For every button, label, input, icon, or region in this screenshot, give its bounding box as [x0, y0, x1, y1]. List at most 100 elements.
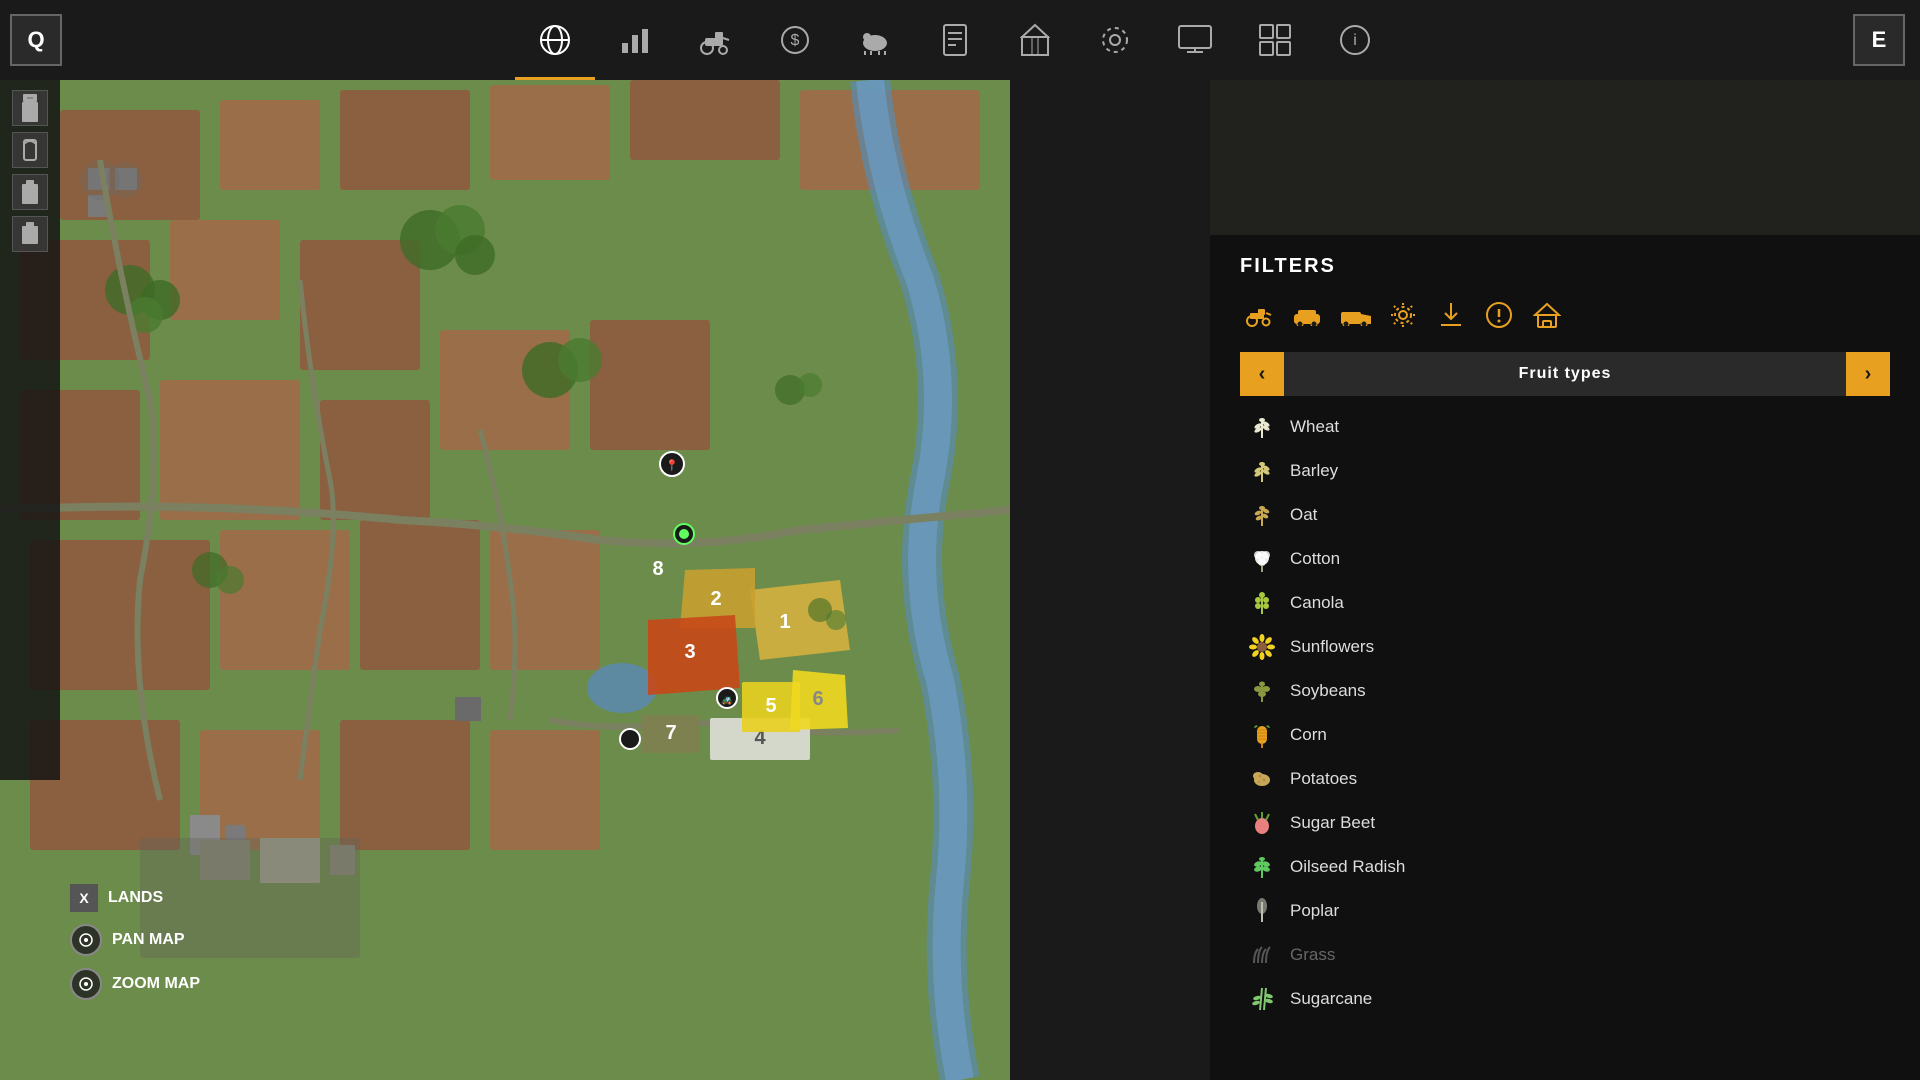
potatoes-label: Potatoes: [1290, 769, 1357, 789]
nav-contracts-button[interactable]: [915, 0, 995, 80]
filters-title: FILTERS: [1240, 255, 1890, 278]
tool-silo2[interactable]: [12, 132, 48, 168]
nav-tractor-button[interactable]: [675, 0, 755, 80]
wheat-icon: [1248, 413, 1276, 441]
tool-storage[interactable]: [12, 90, 48, 126]
left-tool-panel: [0, 80, 60, 780]
svg-text:1: 1: [779, 611, 790, 633]
corn-icon: [1248, 721, 1276, 749]
svg-text:📍: 📍: [665, 459, 679, 472]
svg-text:5: 5: [765, 695, 776, 717]
filter-icons-row: [1240, 296, 1890, 334]
fruit-item-cotton[interactable]: Cotton: [1240, 538, 1890, 580]
right-blur-area: [1210, 80, 1920, 235]
cotton-icon: [1248, 545, 1276, 573]
nav-silo-button[interactable]: [995, 0, 1075, 80]
q-button[interactable]: Q: [10, 14, 62, 66]
fruit-item-sunflowers[interactable]: Sunflowers: [1240, 626, 1890, 668]
map-controls: X LANDS PAN MAP ZOOM MAP: [70, 884, 200, 1000]
barley-icon: [1248, 457, 1276, 485]
svg-text:2: 2: [710, 588, 721, 610]
fruit-item-grass[interactable]: Grass: [1240, 934, 1890, 976]
oilseed-radish-icon: [1248, 853, 1276, 881]
fruit-item-poplar[interactable]: Poplar: [1240, 890, 1890, 932]
filter-car-icon[interactable]: [1288, 296, 1326, 334]
sugar-beet-label: Sugar Beet: [1290, 813, 1375, 833]
svg-text:8: 8: [652, 558, 663, 580]
grass-icon: [1248, 941, 1276, 969]
barley-label: Barley: [1290, 461, 1338, 481]
grass-label: Grass: [1290, 945, 1335, 965]
canola-label: Canola: [1290, 593, 1344, 613]
fruit-item-sugar-beet[interactable]: Sugar Beet: [1240, 802, 1890, 844]
pan-map-label: PAN MAP: [70, 924, 200, 956]
zoom-map-label: ZOOM MAP: [70, 968, 200, 1000]
e-button[interactable]: E: [1853, 14, 1905, 66]
pan-map-text: PAN MAP: [112, 931, 185, 949]
svg-text:7: 7: [665, 722, 676, 744]
fruit-types-next-button[interactable]: ›: [1846, 352, 1890, 396]
pan-map-icon: [70, 924, 102, 956]
sugarcane-icon: [1248, 985, 1276, 1013]
soybeans-label: Soybeans: [1290, 681, 1366, 701]
tool-box1[interactable]: [12, 174, 48, 210]
fruit-item-soybeans[interactable]: Soybeans: [1240, 670, 1890, 712]
fruit-item-wheat[interactable]: Wheat: [1240, 406, 1890, 448]
filter-alert-icon[interactable]: [1480, 296, 1518, 334]
nav-money-button[interactable]: $: [755, 0, 835, 80]
fruit-item-sugarcane[interactable]: Sugarcane: [1240, 978, 1890, 1020]
fruit-types-label: Fruit types: [1284, 352, 1846, 396]
poplar-icon: [1248, 897, 1276, 925]
fruit-item-oat[interactable]: Oat: [1240, 494, 1890, 536]
sunflowers-icon: [1248, 633, 1276, 661]
svg-text:3: 3: [684, 641, 695, 663]
zoom-map-text: ZOOM MAP: [112, 975, 200, 993]
corn-label: Corn: [1290, 725, 1327, 745]
oat-label: Oat: [1290, 505, 1317, 525]
fruit-item-canola[interactable]: Canola: [1240, 582, 1890, 624]
svg-text:$: $: [791, 32, 800, 49]
canola-icon: [1248, 589, 1276, 617]
cotton-label: Cotton: [1290, 549, 1340, 569]
oat-icon: [1248, 501, 1276, 529]
fruit-item-potatoes[interactable]: Potatoes: [1240, 758, 1890, 800]
filter-truck-icon[interactable]: [1336, 296, 1374, 334]
nav-info-button[interactable]: i: [1315, 0, 1395, 80]
filter-home-icon[interactable]: [1528, 296, 1566, 334]
filter-tractor-icon[interactable]: [1240, 296, 1278, 334]
fruit-types-navigation: ‹ Fruit types ›: [1240, 352, 1890, 396]
nav-map-button[interactable]: [515, 0, 595, 80]
svg-text:6: 6: [812, 688, 823, 710]
right-panel: FILTERS: [1210, 80, 1920, 1080]
nav-equipment-button[interactable]: [1075, 0, 1155, 80]
filters-panel: FILTERS: [1210, 235, 1920, 1080]
top-navigation: Q: [0, 0, 1920, 80]
filter-download-icon[interactable]: [1432, 296, 1470, 334]
nav-build-button[interactable]: [1235, 0, 1315, 80]
tool-box2[interactable]: [12, 216, 48, 252]
nav-animals-button[interactable]: [835, 0, 915, 80]
sugar-beet-icon: [1248, 809, 1276, 837]
nav-center: $: [72, 0, 1838, 80]
lands-label[interactable]: X LANDS: [70, 884, 200, 912]
lands-x-key: X: [70, 884, 98, 912]
svg-text:i: i: [1353, 32, 1357, 49]
sunflowers-label: Sunflowers: [1290, 637, 1374, 657]
soybeans-icon: [1248, 677, 1276, 705]
filter-gear-icon[interactable]: [1384, 296, 1422, 334]
fruit-item-corn[interactable]: Corn: [1240, 714, 1890, 756]
nav-monitor-button[interactable]: [1155, 0, 1235, 80]
fruit-item-barley[interactable]: Barley: [1240, 450, 1890, 492]
fruit-item-oilseed-radish[interactable]: Oilseed Radish: [1240, 846, 1890, 888]
sugarcane-label: Sugarcane: [1290, 989, 1372, 1009]
oilseed-radish-label: Oilseed Radish: [1290, 857, 1405, 877]
nav-stats-button[interactable]: [595, 0, 675, 80]
wheat-label: Wheat: [1290, 417, 1339, 437]
potatoes-icon: [1248, 765, 1276, 793]
svg-text:🚜: 🚜: [721, 695, 732, 705]
fruit-list: Wheat Barley: [1240, 406, 1890, 1020]
fruit-types-prev-button[interactable]: ‹: [1240, 352, 1284, 396]
poplar-label: Poplar: [1290, 901, 1339, 921]
lands-text: LANDS: [108, 889, 163, 907]
zoom-map-icon: [70, 968, 102, 1000]
